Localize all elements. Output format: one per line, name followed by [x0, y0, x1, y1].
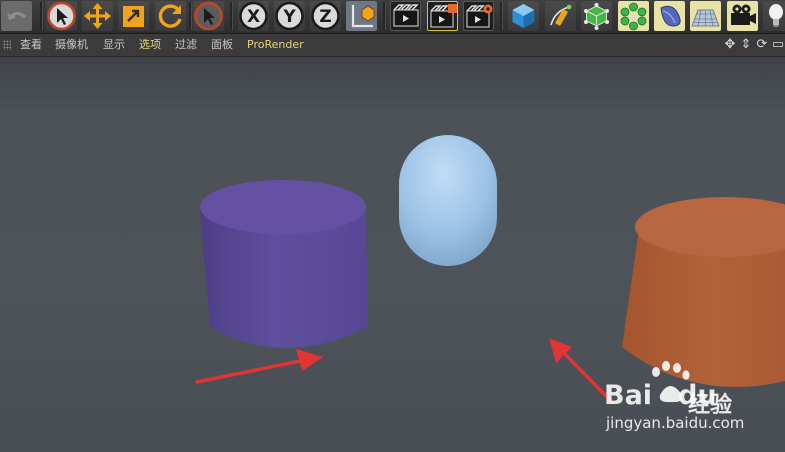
toolbar-separator: [230, 2, 233, 30]
z-axis-icon[interactable]: Z: [310, 1, 341, 31]
menu-item-view[interactable]: 查看: [20, 38, 42, 52]
light-icon[interactable]: [763, 1, 785, 31]
live-select-icon[interactable]: [193, 1, 224, 31]
drag-grip-icon[interactable]: [3, 40, 11, 50]
subdivision-icon[interactable]: [581, 1, 612, 31]
coordinate-system-icon[interactable]: [346, 1, 377, 31]
camera-icon[interactable]: [727, 1, 758, 31]
watermark-logo-left: Bai: [604, 380, 653, 411]
cube-icon[interactable]: [508, 1, 539, 31]
render-view-icon[interactable]: [390, 1, 421, 31]
annotation-arrow-left: [195, 349, 323, 384]
y-axis-label: Y: [282, 7, 296, 27]
cinema4d-window: X Y Z 查看 摄像机 显示 选项 过滤 面板 ProRender ✥ ⇕ ⟳…: [0, 0, 785, 452]
pan-view-icon[interactable]: ✥: [723, 37, 737, 53]
deformer-icon[interactable]: [654, 1, 685, 31]
rotate-icon[interactable]: [155, 1, 186, 31]
main-toolbar: X Y Z: [0, 0, 785, 34]
floor-icon[interactable]: [690, 1, 721, 31]
render-to-picture-viewer-icon[interactable]: [427, 1, 458, 31]
3d-viewport[interactable]: Bai du 经验 jingyan.baidu.com: [0, 57, 785, 452]
menu-item-cameras[interactable]: 摄像机: [55, 38, 88, 52]
mograph-icon[interactable]: [618, 1, 649, 31]
x-axis-label: X: [247, 7, 260, 27]
render-settings-icon[interactable]: [463, 1, 494, 31]
viewport-menu-bar: 查看 摄像机 显示 选项 过滤 面板 ProRender ✥ ⇕ ⟳ ▭: [0, 34, 785, 57]
x-axis-icon[interactable]: X: [238, 1, 269, 31]
move-icon[interactable]: [82, 1, 113, 31]
scale-icon[interactable]: [118, 1, 149, 31]
z-axis-label: Z: [319, 7, 331, 27]
purple-cylinder[interactable]: [200, 180, 368, 348]
menu-item-display[interactable]: 显示: [103, 38, 125, 52]
toolbar-separator: [500, 2, 503, 30]
dolly-view-icon[interactable]: ⇕: [739, 37, 753, 53]
toggle-view-icon[interactable]: ▭: [771, 37, 785, 53]
y-axis-icon[interactable]: Y: [274, 1, 305, 31]
menu-item-panel[interactable]: 面板: [211, 38, 233, 52]
toolbar-separator: [189, 2, 192, 30]
orange-cylinder[interactable]: [622, 197, 785, 387]
rotate-view-icon[interactable]: ⟳: [755, 37, 769, 53]
blue-capsule[interactable]: [399, 135, 497, 266]
annotation-arrow-right: [549, 338, 614, 404]
pen-icon[interactable]: [545, 1, 576, 31]
watermark-url: jingyan.baidu.com: [606, 414, 745, 432]
menu-item-options[interactable]: 选项: [139, 38, 161, 52]
menu-item-prorender[interactable]: ProRender: [247, 38, 304, 52]
toolbar-separator: [40, 2, 43, 30]
undo-icon[interactable]: [1, 1, 32, 31]
select-arrow-icon[interactable]: [46, 1, 77, 31]
toolbar-separator: [383, 2, 386, 30]
menu-item-filter[interactable]: 过滤: [175, 38, 197, 52]
